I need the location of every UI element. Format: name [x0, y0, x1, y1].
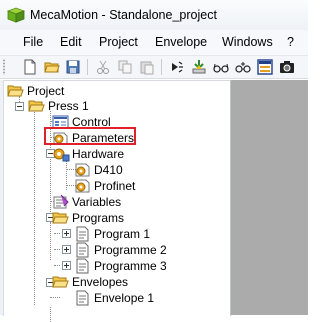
tree-label: Press 1: [48, 99, 89, 113]
paste-icon[interactable]: [137, 57, 157, 77]
tree-line: [54, 249, 60, 250]
tree-label: Programme 2: [94, 243, 167, 257]
tree-line: [54, 233, 60, 234]
menu-bar: File Edit Project Envelope Windows ?: [0, 30, 308, 56]
new-file-icon[interactable]: [20, 57, 40, 77]
program-file-icon: [76, 258, 89, 274]
tree-label: Project: [27, 84, 65, 98]
tree-label: Hardware: [72, 147, 125, 161]
hardware-icon: [53, 148, 70, 162]
menu-file[interactable]: File: [23, 35, 43, 49]
hardware-module-icon: [75, 163, 90, 177]
expand-toggle[interactable]: [62, 229, 71, 238]
workspace-area[interactable]: [231, 80, 308, 315]
tree-label: Programs: [72, 211, 125, 225]
tree-label: Envelope 1: [94, 291, 155, 305]
camera-icon[interactable]: [277, 57, 297, 77]
run-icon[interactable]: [167, 57, 187, 77]
toolbar-grip[interactable]: [3, 59, 5, 75]
glasses-icon[interactable]: [211, 57, 231, 77]
menu-project[interactable]: Project: [99, 35, 138, 49]
program-file-icon: [76, 242, 89, 258]
menu-envelope[interactable]: Envelope: [155, 35, 207, 49]
app-logo-icon: [6, 7, 26, 26]
tree-line: [50, 222, 51, 260]
tree-label: Program 1: [94, 227, 151, 241]
cut-icon[interactable]: [93, 57, 113, 77]
menu-help[interactable]: ?: [287, 35, 294, 49]
toolbar: [0, 56, 308, 79]
save-icon[interactable]: [63, 57, 83, 77]
menu-windows[interactable]: Windows: [222, 35, 273, 49]
expand-toggle[interactable]: [62, 261, 71, 270]
copy-icon[interactable]: [115, 57, 135, 77]
toolbar-separator: [161, 59, 162, 75]
panel-icon[interactable]: [255, 57, 275, 77]
project-tree[interactable]: Project Press 1 Control Parameters Hardw…: [3, 80, 231, 322]
open-folder-icon: [28, 100, 45, 112]
expand-toggle[interactable]: [62, 245, 71, 254]
tree-label: Profinet: [94, 179, 136, 193]
menu-edit[interactable]: Edit: [60, 35, 82, 49]
highlight-box: [44, 127, 136, 145]
tree-label: Envelopes: [72, 275, 129, 289]
open-folder-icon[interactable]: [42, 57, 62, 77]
tree-label: Programme 3: [94, 259, 167, 273]
tree-line: [54, 265, 60, 266]
open-folder-icon: [7, 85, 24, 97]
tree-line: [34, 112, 35, 305]
envelope-file-icon: [76, 290, 89, 306]
title-bar: MecaMotion - Standalone_project: [0, 0, 308, 30]
collapse-toggle[interactable]: [15, 102, 24, 111]
program-file-icon: [76, 226, 89, 242]
variables-icon: [53, 194, 69, 209]
download-icon[interactable]: [189, 57, 209, 77]
hardware-module-icon: [75, 179, 90, 193]
open-folder-icon: [52, 276, 69, 288]
glasses-find-icon[interactable]: [233, 57, 253, 77]
tree-line: [50, 297, 60, 298]
tree-label: Variables: [72, 195, 122, 209]
open-folder-icon: [52, 212, 69, 224]
window-title: MecaMotion - Standalone_project: [30, 8, 217, 22]
toolbar-separator: [87, 59, 88, 75]
tree-label: D410: [94, 163, 123, 177]
